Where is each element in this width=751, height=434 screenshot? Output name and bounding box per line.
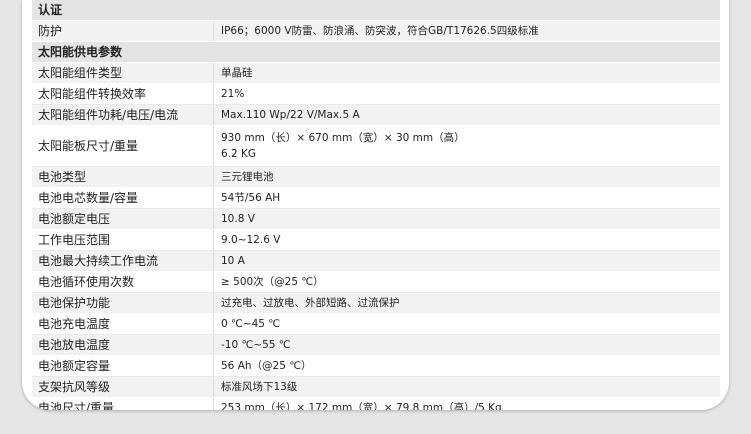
row-value: 10.8 V <box>214 209 720 229</box>
row-value-text: 标准风场下13级 <box>221 381 298 393</box>
table-row: 电池类型 三元锂电池 <box>32 167 720 188</box>
row-value-text: 56 Ah（@25 ℃） <box>221 360 312 372</box>
table-row: 电池最大持续工作电流 10 A <box>32 251 720 272</box>
row-value: 9.0~12.6 V <box>214 230 720 250</box>
row-label: 太阳能板尺寸/重量 <box>32 126 214 166</box>
table-row: 支架抗风等级 标准风场下13级 <box>32 377 720 398</box>
row-value-text: 54节/56 AH <box>221 192 281 204</box>
row-value: 54节/56 AH <box>214 188 720 208</box>
row-value: 253 mm（长）× 172 mm（宽）× 79.8 mm（高）/5 Kg <box>214 398 720 410</box>
row-value-text: 930 mm（长）× 670 mm（宽）× 30 mm（高） <box>221 132 465 144</box>
section-header-solar-power: 太阳能供电参数 <box>32 42 720 63</box>
table-row: 电池电芯数量/容量 54节/56 AH <box>32 188 720 209</box>
row-value-text: 9.0~12.6 V <box>221 234 281 246</box>
row-label: 电池放电温度 <box>32 335 214 355</box>
row-label: 电池保护功能 <box>32 293 214 313</box>
table-row: 电池保护功能 过充电、过放电、外部短路、过流保护 <box>32 293 720 314</box>
row-label: 电池最大持续工作电流 <box>32 251 214 271</box>
row-label: 电池类型 <box>32 167 214 187</box>
row-value-text: 0 ℃~45 ℃ <box>221 318 281 330</box>
row-value: -10 ℃~55 ℃ <box>214 335 720 355</box>
row-value-text: 过充电、过放电、外部短路、过流保护 <box>221 297 400 309</box>
row-value-text: IP66；6000 V防雷、防浪涌、防突波，符合GB/T17626.5四级标准 <box>221 25 539 37</box>
row-label: 电池尺寸/重量 <box>32 398 214 410</box>
row-value-text: ≥ 500次（@25 ℃） <box>221 276 324 288</box>
row-value: 三元锂电池 <box>214 167 720 187</box>
row-label: 电池额定容量 <box>32 356 214 376</box>
row-value: 单晶硅 <box>214 63 720 83</box>
row-value-text: 三元锂电池 <box>221 171 274 183</box>
row-label: 电池额定电压 <box>32 209 214 229</box>
spec-card: 认证 防护 IP66；6000 V防雷、防浪涌、防突波，符合GB/T17626.… <box>22 0 729 410</box>
row-value: ≥ 500次（@25 ℃） <box>214 272 720 292</box>
table-row: 电池充电温度 0 ℃~45 ℃ <box>32 314 720 335</box>
row-value: 过充电、过放电、外部短路、过流保护 <box>214 293 720 313</box>
table-row: 太阳能板尺寸/重量 930 mm（长）× 670 mm（宽）× 30 mm（高）… <box>32 126 720 167</box>
row-value: IP66；6000 V防雷、防浪涌、防突波，符合GB/T17626.5四级标准 <box>214 21 720 41</box>
row-value: 0 ℃~45 ℃ <box>214 314 720 334</box>
row-label: 支架抗风等级 <box>32 377 214 397</box>
row-label: 电池电芯数量/容量 <box>32 188 214 208</box>
row-value-text: 21% <box>221 88 245 100</box>
row-value: Max.110 Wp/22 V/Max.5 A <box>214 105 720 125</box>
row-value: 10 A <box>214 251 720 271</box>
table-row: 工作电压范围 9.0~12.6 V <box>32 230 720 251</box>
table-row: 太阳能组件功耗/电压/电流 Max.110 Wp/22 V/Max.5 A <box>32 105 720 126</box>
row-value-text-secondary: 6.2 KG <box>221 148 257 160</box>
row-value-text: 10 A <box>221 255 245 267</box>
row-value: 56 Ah（@25 ℃） <box>214 356 720 376</box>
row-value-text: -10 ℃~55 ℃ <box>221 339 291 351</box>
row-label: 太阳能组件转换效率 <box>32 84 214 104</box>
row-label: 太阳能组件类型 <box>32 63 214 83</box>
table-row: 太阳能组件类型 单晶硅 <box>32 63 720 84</box>
row-value-text: 253 mm（长）× 172 mm（宽）× 79.8 mm（高）/5 Kg <box>221 402 502 410</box>
section-title: 太阳能供电参数 <box>38 45 123 59</box>
row-label: 防护 <box>32 21 214 41</box>
row-value: 标准风场下13级 <box>214 377 720 397</box>
table-row: 太阳能组件转换效率 21% <box>32 84 720 105</box>
row-value-text: Max.110 Wp/22 V/Max.5 A <box>221 109 360 121</box>
row-value-text: 10.8 V <box>221 213 255 225</box>
row-value: 930 mm（长）× 670 mm（宽）× 30 mm（高） 6.2 KG <box>214 126 720 166</box>
section-title: 认证 <box>38 3 63 17</box>
table-row: 电池额定电压 10.8 V <box>32 209 720 230</box>
table-row-protection: 防护 IP66；6000 V防雷、防浪涌、防突波，符合GB/T17626.5四级… <box>32 21 720 42</box>
table-row: 电池放电温度 -10 ℃~55 ℃ <box>32 335 720 356</box>
row-value-text: 单晶硅 <box>221 67 253 79</box>
row-value: 21% <box>214 84 720 104</box>
table-row: 电池额定容量 56 Ah（@25 ℃） <box>32 356 720 377</box>
table-row: 电池尺寸/重量 253 mm（长）× 172 mm（宽）× 79.8 mm（高）… <box>32 398 720 410</box>
table-row: 电池循环使用次数 ≥ 500次（@25 ℃） <box>32 272 720 293</box>
row-label: 电池充电温度 <box>32 314 214 334</box>
spec-table: 认证 防护 IP66；6000 V防雷、防浪涌、防突波，符合GB/T17626.… <box>32 0 720 410</box>
row-label: 太阳能组件功耗/电压/电流 <box>32 105 214 125</box>
row-label: 工作电压范围 <box>32 230 214 250</box>
row-label: 电池循环使用次数 <box>32 272 214 292</box>
section-header-certification: 认证 <box>32 0 720 21</box>
